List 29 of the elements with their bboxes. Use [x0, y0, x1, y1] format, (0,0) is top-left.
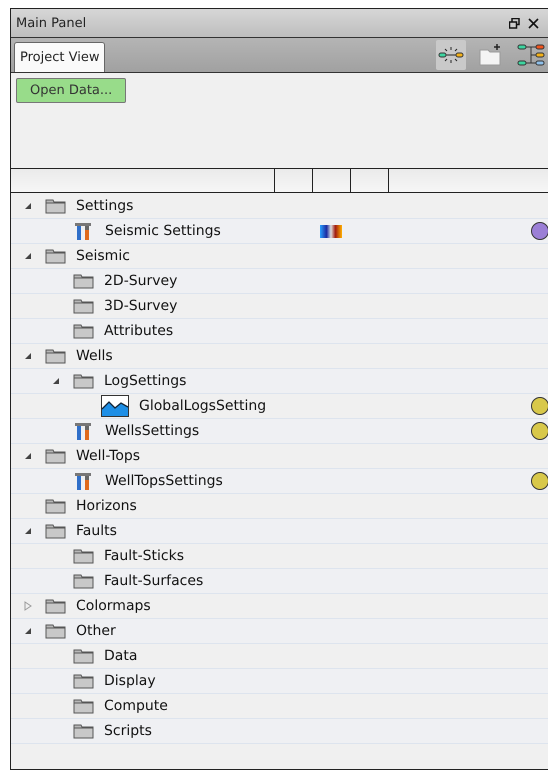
tree-item-label: Horizons	[76, 498, 137, 514]
tree-item-label: Display	[104, 673, 156, 689]
tree-row[interactable]: GlobalLogsSetting	[11, 394, 548, 419]
tree-item-label: Seismic Settings	[105, 223, 221, 239]
tree-item-label: Other	[76, 623, 116, 639]
tree-item-label: Compute	[104, 698, 168, 714]
tree-row[interactable]: WellsSettings	[11, 419, 548, 444]
window-title: Main Panel	[16, 16, 88, 30]
tree-item-label: 3D-Survey	[104, 298, 178, 314]
tree-item-label: Settings	[76, 198, 134, 214]
tab[interactable]: Project View	[14, 42, 106, 72]
tree-item-label: LogSettings	[104, 373, 186, 389]
tree-item-label: Colormaps	[76, 598, 151, 614]
tree-item-label: WellTopsSettings	[105, 473, 223, 489]
tree-item-label: Seismic	[76, 248, 130, 264]
tree-item-label: Wells	[76, 348, 113, 364]
tree-item-label: Data	[104, 648, 138, 664]
tree-item-label: Scripts	[104, 723, 152, 739]
tree-row[interactable]: WellTopsSettings	[11, 469, 548, 494]
open-data-button[interactable]: Open Data...	[16, 78, 126, 103]
tree-item-label: Fault-Surfaces	[104, 573, 204, 589]
tree-item-label: Attributes	[104, 323, 174, 339]
tree-item-label: GlobalLogsSetting	[139, 398, 266, 414]
tree-item-label: Fault-Sticks	[104, 548, 184, 564]
tree-item-label: Faults	[76, 523, 117, 539]
tree-item-label: Well-Tops	[76, 448, 140, 464]
tree-row[interactable]: Seismic Settings	[11, 219, 548, 244]
tree-item-label: WellsSettings	[105, 423, 200, 439]
tree-item-label: 2D-Survey	[104, 273, 178, 289]
